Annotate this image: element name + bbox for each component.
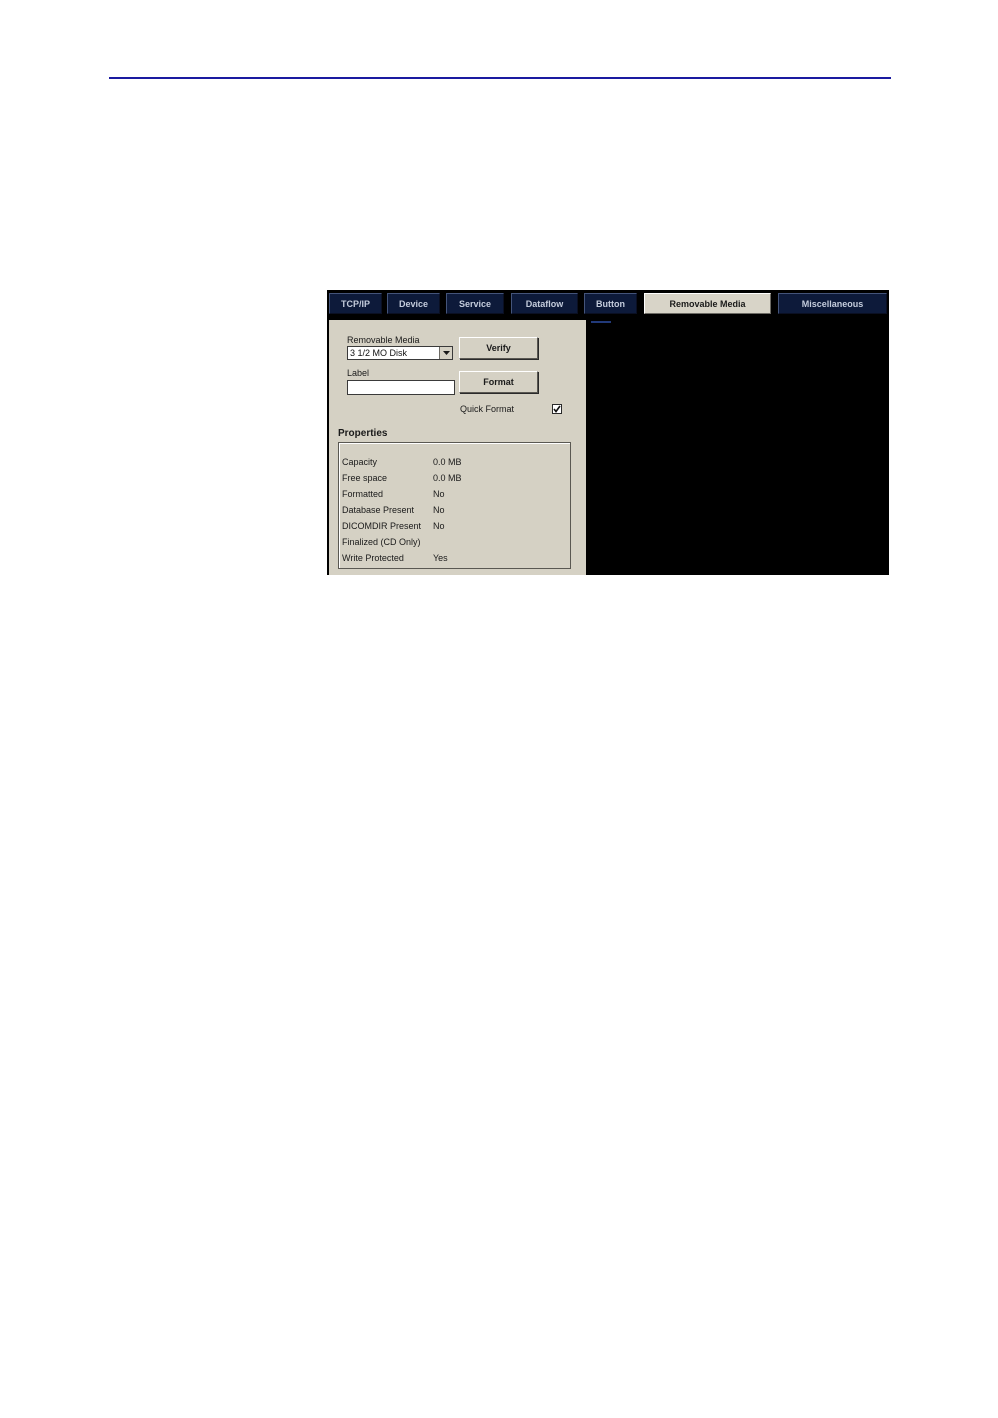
tab-button[interactable]: Button — [584, 293, 637, 314]
properties-title: Properties — [338, 428, 388, 439]
tab-service[interactable]: Service — [446, 293, 504, 314]
property-name: Write Protected — [342, 553, 404, 563]
tab-miscellaneous[interactable]: Miscellaneous — [778, 293, 887, 314]
property-name: Free space — [342, 473, 388, 483]
verify-button[interactable]: Verify — [459, 337, 538, 359]
property-value: No — [433, 521, 445, 531]
property-value: 0.0 MB — [433, 457, 462, 467]
property-value: No — [433, 489, 445, 499]
removable-media-panel: Removable Media 3 1/2 MO Disk Verify Lab… — [329, 320, 586, 575]
property-name: DICOMDIR Present — [342, 521, 422, 531]
tab-removable-media[interactable]: Removable Media — [644, 293, 771, 314]
checkmark-icon — [553, 405, 561, 413]
quick-format-checkbox[interactable] — [552, 404, 562, 414]
header-rule — [109, 77, 891, 79]
properties-box: Capacity 0.0 MB Free space 0.0 MB Format… — [338, 442, 571, 569]
tab-device[interactable]: Device — [387, 293, 440, 314]
removable-media-select[interactable]: 3 1/2 MO Disk — [347, 346, 453, 360]
property-value: Yes — [433, 553, 448, 563]
removable-media-label: Removable Media — [347, 335, 420, 345]
chevron-down-icon[interactable] — [439, 347, 452, 359]
tab-dataflow[interactable]: Dataflow — [511, 293, 578, 314]
removable-media-screen: TCP/IP Device Service Dataflow Button Re… — [327, 290, 889, 575]
property-value: 0.0 MB — [433, 473, 462, 483]
tab-bar: TCP/IP Device Service Dataflow Button Re… — [327, 290, 889, 320]
tab-tcpip[interactable]: TCP/IP — [329, 293, 382, 314]
removable-media-select-value: 3 1/2 MO Disk — [350, 348, 408, 358]
property-name: Formatted — [342, 489, 384, 499]
property-name: Finalized (CD Only) — [342, 537, 421, 547]
label-input[interactable] — [347, 380, 455, 395]
quick-format-label: Quick Format — [460, 404, 515, 414]
property-name: Capacity — [342, 457, 378, 467]
property-name: Database Present — [342, 505, 415, 515]
label-field-label: Label — [347, 368, 370, 378]
panel-marker — [591, 321, 611, 323]
format-button[interactable]: Format — [459, 371, 538, 393]
property-value: No — [433, 505, 445, 515]
